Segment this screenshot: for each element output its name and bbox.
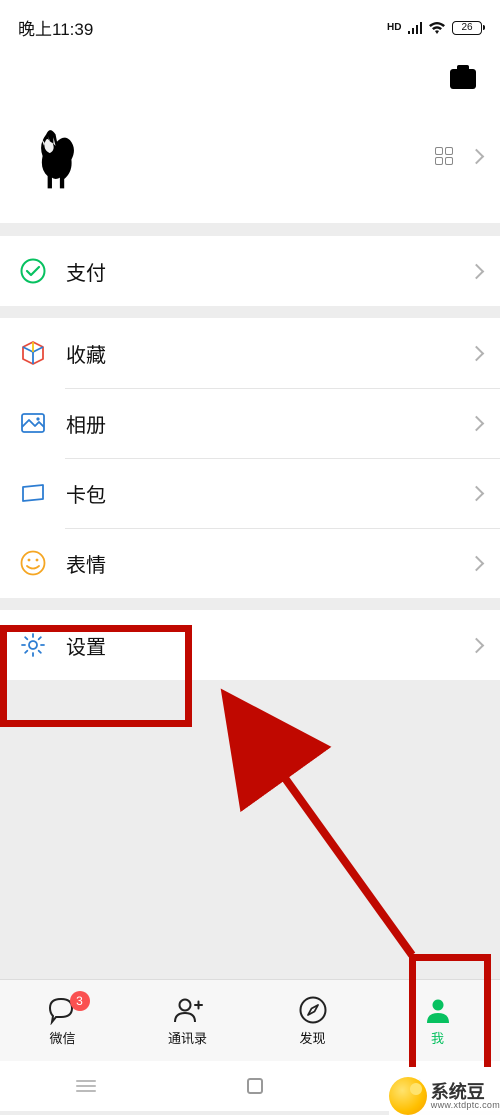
- wifi-icon: [428, 21, 446, 35]
- chevron-right-icon: [469, 263, 485, 279]
- recent-apps-button[interactable]: [76, 1085, 96, 1087]
- hd-indicator: HD: [387, 22, 401, 33]
- menu-group-pay: 支付: [0, 236, 500, 306]
- tab-discover[interactable]: 发现: [250, 995, 375, 1047]
- discover-icon: [296, 995, 330, 1025]
- chevron-right-icon: [469, 637, 485, 653]
- tab-me[interactable]: 我: [375, 995, 500, 1047]
- tab-label: 微信: [49, 1028, 75, 1047]
- favorites-icon: [18, 338, 48, 368]
- signal-icon: [408, 22, 423, 34]
- gear-icon: [18, 630, 48, 660]
- watermark-logo: [389, 1077, 427, 1115]
- battery-icon: 26: [452, 21, 482, 35]
- cards-icon: [18, 478, 48, 508]
- chat-icon: 3: [46, 995, 80, 1025]
- watermark: 系统豆 www.xtdptc.com: [389, 1077, 500, 1115]
- menu-item-settings[interactable]: 设置: [0, 610, 500, 680]
- status-icons: HD 26: [387, 21, 482, 35]
- menu-label: 设置: [66, 631, 471, 660]
- menu-label: 支付: [66, 257, 471, 286]
- tab-chats[interactable]: 3 微信: [0, 995, 125, 1047]
- menu-item-stickers[interactable]: 表情: [0, 528, 500, 598]
- menu-label: 相册: [66, 409, 471, 438]
- chevron-right-icon: [469, 555, 485, 571]
- bottom-tab-bar: 3 微信 通讯录 发现 我: [0, 979, 500, 1061]
- tab-label: 通讯录: [168, 1028, 207, 1047]
- qrcode-icon[interactable]: [435, 147, 453, 165]
- me-icon: [421, 995, 455, 1025]
- menu-group-settings: 设置: [0, 610, 500, 680]
- menu-label: 卡包: [66, 479, 471, 508]
- menu-group-main: 收藏 相册 卡包 表情: [0, 318, 500, 598]
- chevron-right-icon: [469, 485, 485, 501]
- menu-label: 收藏: [66, 339, 471, 368]
- menu-label: 表情: [66, 549, 471, 578]
- camera-icon[interactable]: [450, 69, 476, 89]
- contacts-icon: [171, 995, 205, 1025]
- menu-item-album[interactable]: 相册: [0, 388, 500, 458]
- watermark-url: www.xtdptc.com: [431, 1101, 500, 1110]
- chevron-right-icon: [469, 345, 485, 361]
- chevron-right-icon: [469, 148, 485, 164]
- header-row: [0, 55, 500, 103]
- avatar: [18, 117, 96, 195]
- tab-label: 发现: [299, 1028, 325, 1047]
- menu-item-pay[interactable]: 支付: [0, 236, 500, 306]
- menu-item-favorites[interactable]: 收藏: [0, 318, 500, 388]
- status-bar: 晚上11:39 HD 26: [0, 0, 500, 55]
- status-time: 晚上11:39: [18, 15, 93, 40]
- album-icon: [18, 408, 48, 438]
- home-button[interactable]: [247, 1078, 263, 1094]
- profile-actions: [435, 147, 482, 165]
- pay-icon: [18, 256, 48, 286]
- badge: 3: [70, 991, 90, 1011]
- stickers-icon: [18, 548, 48, 578]
- tab-contacts[interactable]: 通讯录: [125, 995, 250, 1047]
- chevron-right-icon: [469, 415, 485, 431]
- watermark-title: 系统豆: [431, 1083, 500, 1101]
- profile-card[interactable]: [0, 103, 500, 223]
- menu-item-cards[interactable]: 卡包: [0, 458, 500, 528]
- tab-label: 我: [431, 1028, 444, 1047]
